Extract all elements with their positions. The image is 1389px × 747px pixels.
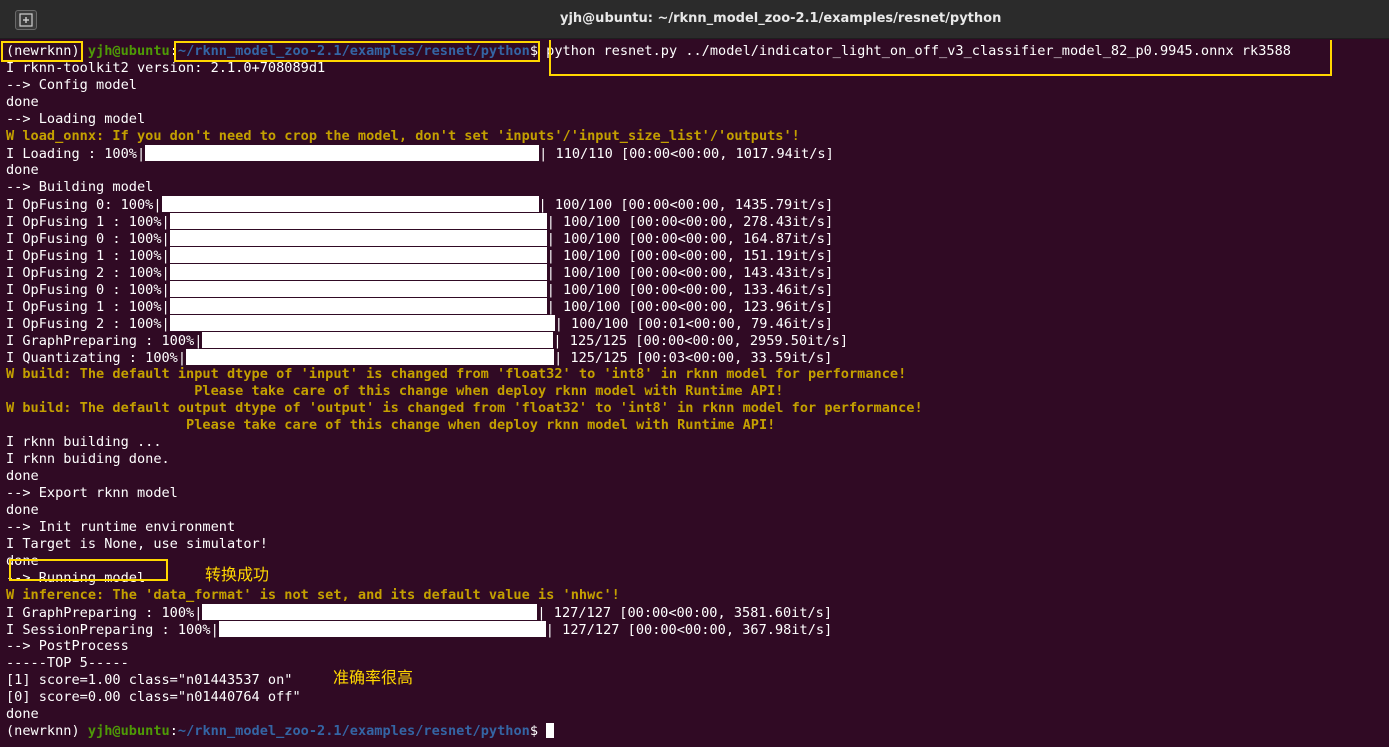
progress-bar [169, 281, 547, 297]
progress-line: I OpFusing 2 : 100%| | 100/100 [00:00<00:… [6, 264, 833, 281]
terminal-output[interactable]: (newrknn) yjh@ubuntu:~/rknn_model_zoo-2.… [0, 40, 1389, 747]
progress-label: I OpFusing 0 : 100%| [6, 282, 170, 298]
progress-label: I OpFusing 0 : 100%| [6, 231, 170, 247]
progress-bar [169, 264, 547, 280]
progress-stats: | 127/127 [00:00<00:00, 3581.60it/s] [537, 605, 833, 621]
warning-line: Please take care of this change when dep… [6, 417, 776, 433]
prompt-line: (newrknn) yjh@ubuntu:~/rknn_model_zoo-2.… [6, 43, 1291, 60]
output-line: --> Init runtime environment [6, 519, 236, 535]
progress-line: I GraphPreparing : 100%| | 127/127 [00:00… [6, 604, 832, 621]
output-line: I Target is None, use simulator! [6, 536, 268, 552]
output-line: [0] score=0.00 class="n01440764 off" [6, 689, 301, 705]
prompt-path: ~/rknn_model_zoo-2.1/examples/resnet/pyt… [177, 43, 530, 59]
progress-label: I OpFusing 1 : 100%| [6, 299, 170, 315]
warning-line: W inference: The 'data_format' is not se… [6, 587, 620, 603]
progress-stats: | 125/125 [00:03<00:00, 33.59it/s] [554, 350, 833, 366]
progress-line: I OpFusing 0: 100%| | 100/100 [00:00<00:0… [6, 196, 833, 213]
prompt-env: (newrknn) [6, 723, 80, 739]
new-tab-icon [19, 13, 33, 27]
progress-stats: | 125/125 [00:00<00:00, 2959.50it/s] [553, 333, 849, 349]
progress-stats: | 100/100 [00:00<00:00, 278.43it/s] [546, 214, 834, 230]
progress-line: I SessionPreparing : 100%| | 127/127 [00:… [6, 621, 832, 638]
warning-line: W build: The default input dtype of 'inp… [6, 366, 907, 382]
progress-bar [169, 247, 547, 263]
progress-stats: | 100/100 [00:00<00:00, 164.87it/s] [546, 231, 834, 247]
progress-bar [145, 145, 540, 161]
progress-label: I Loading : 100%| [6, 146, 146, 162]
output-line: I rknn building ... [6, 434, 162, 450]
progress-label: I GraphPreparing : 100%| [6, 605, 203, 621]
progress-stats: | 100/100 [00:00<00:00, 151.19it/s] [546, 248, 834, 264]
command-text: python resnet.py ../model/indicator_ligh… [538, 43, 1291, 59]
progress-stats: | 110/110 [00:00<00:00, 1017.94it/s] [539, 146, 834, 162]
prompt-env: (newrknn) [6, 43, 80, 59]
progress-stats: | 100/100 [00:00<00:00, 123.96it/s] [546, 299, 834, 315]
progress-bar [202, 332, 554, 348]
prompt-user-host: yjh@ubuntu [87, 723, 170, 739]
progress-line: I OpFusing 0 : 100%| | 100/100 [00:00<00:… [6, 230, 833, 247]
output-line: I rknn buiding done. [6, 451, 170, 467]
output-line: I rknn-toolkit2 version: 2.1.0+708089d1 [6, 60, 326, 76]
progress-label: I OpFusing 2 : 100%| [6, 316, 170, 332]
output-line: --> Building model [6, 179, 154, 195]
prompt-separator: : [169, 43, 178, 59]
progress-stats: | 100/100 [00:00<00:00, 133.46it/s] [546, 282, 834, 298]
warning-line: Please take care of this change when dep… [6, 383, 784, 399]
output-line: [1] score=1.00 class="n01443537 on" [6, 672, 293, 688]
output-line: --> PostProcess [6, 638, 129, 654]
progress-line: I OpFusing 0 : 100%| | 100/100 [00:00<00:… [6, 281, 833, 298]
prompt-symbol: $ [529, 723, 538, 739]
output-line: --> Loading model [6, 111, 146, 127]
warning-line: W load_onnx: If you don't need to crop t… [6, 128, 800, 144]
progress-line: I OpFusing 1 : 100%| | 100/100 [00:00<00:… [6, 298, 833, 315]
progress-stats: | 127/127 [00:00<00:00, 367.98it/s] [545, 622, 833, 638]
new-tab-button[interactable] [15, 10, 37, 30]
progress-stats: | 100/100 [00:00<00:00, 1435.79it/s] [538, 197, 834, 213]
text-cursor[interactable] [546, 723, 555, 738]
progress-label: I Quantizating : 100%| [6, 350, 187, 366]
warning-line: W build: The default output dtype of 'ou… [6, 400, 923, 416]
progress-stats: | 100/100 [00:00<00:00, 143.43it/s] [546, 265, 834, 281]
output-line: --> Config model [6, 77, 137, 93]
progress-line: I Quantizating : 100%| | 125/125 [00:03<0… [6, 349, 832, 366]
output-line: done [6, 468, 39, 484]
output-line: --> Export rknn model [6, 485, 178, 501]
annotation-accuracy: 准确率很高 [333, 668, 414, 687]
progress-label: I GraphPreparing : 100%| [6, 333, 203, 349]
progress-label: I OpFusing 1 : 100%| [6, 248, 170, 264]
output-line: done [6, 502, 39, 518]
progress-bar [161, 196, 539, 212]
prompt-user-host: yjh@ubuntu [87, 43, 170, 59]
progress-label: I OpFusing 2 : 100%| [6, 265, 170, 281]
progress-line: I OpFusing 1 : 100%| | 100/100 [00:00<00:… [6, 213, 833, 230]
prompt-path: ~/rknn_model_zoo-2.1/examples/resnet/pyt… [177, 723, 530, 739]
progress-label: I OpFusing 1 : 100%| [6, 214, 170, 230]
title-bar: yjh@ubuntu: ~/rknn_model_zoo-2.1/example… [0, 0, 1389, 39]
output-line: --> Running model [6, 570, 146, 586]
prompt-symbol: $ [529, 43, 538, 59]
progress-line: I OpFusing 1 : 100%| | 100/100 [00:00<00:… [6, 247, 833, 264]
output-line: -----TOP 5----- [6, 655, 129, 671]
progress-bar [169, 315, 555, 331]
prompt-separator: : [169, 723, 178, 739]
progress-label: I SessionPreparing : 100%| [6, 622, 219, 638]
progress-line: I GraphPreparing : 100%| | 125/125 [00:00… [6, 332, 848, 349]
progress-bar [186, 349, 555, 365]
progress-bar [169, 230, 547, 246]
progress-stats: | 100/100 [00:01<00:00, 79.46it/s] [554, 316, 833, 332]
output-line: done [6, 162, 39, 178]
output-line: done [6, 553, 39, 569]
progress-label: I OpFusing 0: 100%| [6, 197, 162, 213]
prompt-line: (newrknn) yjh@ubuntu:~/rknn_model_zoo-2.… [6, 723, 555, 740]
output-line: done [6, 706, 39, 722]
annotation-success: 转换成功 [205, 565, 270, 584]
progress-bar [218, 621, 546, 637]
progress-line: I Loading : 100%| | 110/110 [00:00<00:00,… [6, 145, 834, 162]
progress-bar [169, 213, 547, 229]
output-line: done [6, 94, 39, 110]
progress-bar [169, 298, 547, 314]
progress-line: I OpFusing 2 : 100%| | 100/100 [00:01<00:… [6, 315, 833, 332]
progress-bar [202, 604, 538, 620]
window-title: yjh@ubuntu: ~/rknn_model_zoo-2.1/example… [560, 11, 1002, 26]
